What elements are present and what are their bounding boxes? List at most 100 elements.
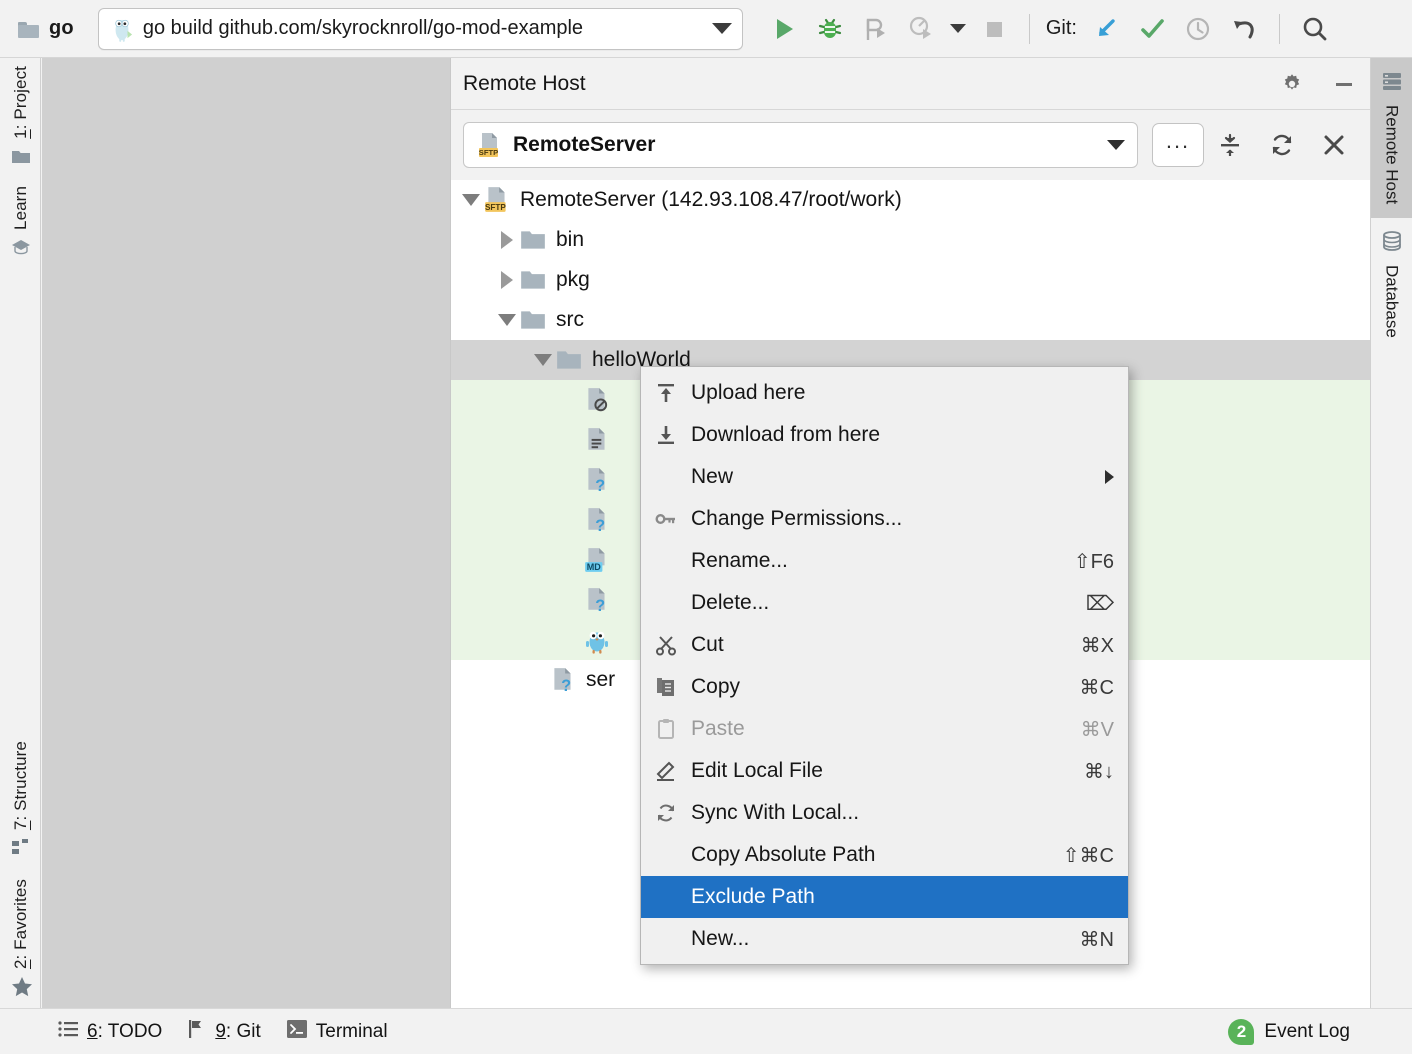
menu-item-exclude-path[interactable]: Exclude Path xyxy=(641,876,1128,918)
submenu-arrow-icon xyxy=(1105,470,1114,484)
server-selector[interactable]: SFTP RemoteServer xyxy=(463,122,1138,168)
profile-icon xyxy=(908,15,936,43)
run-coverage-button[interactable] xyxy=(853,8,899,50)
menu-item-copy[interactable]: Copy ⌘C xyxy=(641,666,1128,708)
git-history-button[interactable] xyxy=(1175,8,1221,50)
more-options-button[interactable]: ... xyxy=(1152,123,1204,167)
menu-item-upload-here[interactable]: Upload here xyxy=(641,372,1128,414)
editor-area[interactable] xyxy=(42,58,450,1008)
refresh-button[interactable] xyxy=(1256,119,1308,171)
menu-item-download-from-here[interactable]: Download from here xyxy=(641,414,1128,456)
status-item-todo[interactable]: 6: TODO xyxy=(58,1021,162,1043)
twisty-expanded-icon[interactable] xyxy=(531,348,555,372)
twisty-expanded-icon[interactable] xyxy=(495,308,519,332)
menu-item-label: Sync With Local... xyxy=(691,801,1096,825)
tree-row[interactable]: src xyxy=(451,300,1370,340)
chevron-down-icon[interactable] xyxy=(712,23,732,34)
sidebar-item-learn[interactable]: Learn xyxy=(0,180,41,263)
tree-row-label: bin xyxy=(556,228,584,252)
menu-item-sync-with-local[interactable]: Sync With Local... xyxy=(641,792,1128,834)
menu-item-shortcut: ⌦ xyxy=(1086,591,1114,616)
twisty-collapsed-icon[interactable] xyxy=(495,268,519,292)
file-unknown-icon: ? xyxy=(583,466,611,494)
settings-button[interactable] xyxy=(1266,58,1318,110)
menu-item-new[interactable]: New xyxy=(641,456,1128,498)
refresh-icon xyxy=(1268,131,1296,159)
star-icon xyxy=(11,976,31,996)
tree-row[interactable]: pkg xyxy=(451,260,1370,300)
status-item-git[interactable]: 9: Git xyxy=(188,1019,260,1044)
left-tool-rail: 1: Project Learn 7: Structure 2: Favo xyxy=(0,58,41,1008)
git-commit-button[interactable] xyxy=(1129,8,1175,50)
menu-item-cut[interactable]: Cut ⌘X xyxy=(641,624,1128,666)
menu-item-rename[interactable]: Rename... ⇧F6 xyxy=(641,540,1128,582)
run-configuration-selector[interactable]: go build github.com/skyrocknroll/go-mod-… xyxy=(98,8,743,50)
event-log-badge: 2 xyxy=(1228,1019,1254,1045)
menu-item-label: New xyxy=(691,465,1095,489)
menu-item-label: Copy xyxy=(691,675,1062,699)
menu-item-label: Edit Local File xyxy=(691,759,1066,783)
scissors-icon xyxy=(651,633,681,657)
sync-icon xyxy=(651,801,681,825)
collapse-all-button[interactable] xyxy=(1204,119,1256,171)
status-item-git-label: 9: Git xyxy=(215,1021,260,1043)
status-item-terminal[interactable]: Terminal xyxy=(287,1020,388,1043)
status-item-todo-label: 6: TODO xyxy=(87,1021,162,1043)
menu-item-paste[interactable]: Paste ⌘V xyxy=(641,708,1128,750)
sidebar-item-remote-host-label: Remote Host xyxy=(1382,105,1402,204)
sidebar-item-project[interactable]: 1: Project xyxy=(0,60,41,172)
profile-button[interactable] xyxy=(899,8,945,50)
tree-row[interactable]: SFTP RemoteServer (142.93.108.47/root/wo… xyxy=(451,180,1370,220)
context-menu: Upload here Download from here New Chang… xyxy=(640,366,1129,965)
sidebar-item-structure[interactable]: 7: Structure xyxy=(0,735,41,863)
status-item-event-log[interactable]: 2 Event Log xyxy=(1228,1019,1350,1045)
menu-item-change-permissions[interactable]: Change Permissions... xyxy=(641,498,1128,540)
go-gopher-icon xyxy=(583,626,611,654)
menu-item-shortcut: ⇧⌘C xyxy=(1063,843,1114,868)
folder-icon xyxy=(11,146,31,166)
minimize-button[interactable] xyxy=(1318,58,1370,110)
sidebar-item-favorites-label: 2: Favorites xyxy=(11,879,31,969)
toolbar-actions: Git: xyxy=(761,8,1338,50)
git-update-button[interactable] xyxy=(1083,8,1129,50)
svg-text:MD: MD xyxy=(587,562,602,572)
menu-item-new-ellipsis[interactable]: New... ⌘N xyxy=(641,918,1128,960)
close-button[interactable] xyxy=(1308,119,1360,171)
debug-button[interactable] xyxy=(807,8,853,50)
sftp-file-icon: SFTP xyxy=(477,132,503,158)
update-project-arrow-icon xyxy=(1091,14,1121,44)
pencil-icon xyxy=(651,759,681,783)
event-log-label: Event Log xyxy=(1264,1021,1350,1043)
sidebar-item-remote-host[interactable]: Remote Host xyxy=(1371,58,1412,218)
minus-icon xyxy=(1332,72,1356,96)
terminal-icon xyxy=(287,1020,307,1043)
close-x-icon xyxy=(1321,132,1347,158)
chevron-down-icon[interactable] xyxy=(1107,140,1125,150)
search-everywhere-button[interactable] xyxy=(1292,8,1338,50)
twisty-expanded-icon[interactable] xyxy=(459,188,483,212)
sidebar-item-learn-label: Learn xyxy=(11,186,31,230)
menu-item-shortcut: ⌘X xyxy=(1081,633,1114,658)
folder-icon xyxy=(18,20,40,38)
download-icon xyxy=(651,423,681,447)
menu-item-copy-absolute-path[interactable]: Copy Absolute Path ⇧⌘C xyxy=(641,834,1128,876)
menu-item-shortcut: ⌘V xyxy=(1081,717,1114,742)
profile-dropdown[interactable] xyxy=(945,8,971,50)
twisty-collapsed-icon[interactable] xyxy=(495,228,519,252)
tree-row[interactable]: bin xyxy=(451,220,1370,260)
folder-icon xyxy=(519,226,547,254)
menu-item-edit-local-file[interactable]: Edit Local File ⌘↓ xyxy=(641,750,1128,792)
run-button[interactable] xyxy=(761,8,807,50)
menu-item-delete[interactable]: Delete... ⌦ xyxy=(641,582,1128,624)
stop-button[interactable] xyxy=(971,8,1017,50)
file-unknown-icon: ? xyxy=(583,506,611,534)
remote-host-toolbar: SFTP RemoteServer ... xyxy=(451,110,1370,180)
tree-row-label: pkg xyxy=(556,268,590,292)
git-rollback-button[interactable] xyxy=(1221,8,1267,50)
sidebar-item-database[interactable]: Database xyxy=(1371,218,1412,352)
sidebar-item-favorites[interactable]: 2: Favorites xyxy=(0,873,41,1002)
right-tool-rail: Remote Host Database xyxy=(1370,58,1412,1008)
project-widget[interactable]: go xyxy=(0,17,74,40)
no-icon xyxy=(651,465,681,489)
git-branch-icon xyxy=(188,1019,206,1044)
